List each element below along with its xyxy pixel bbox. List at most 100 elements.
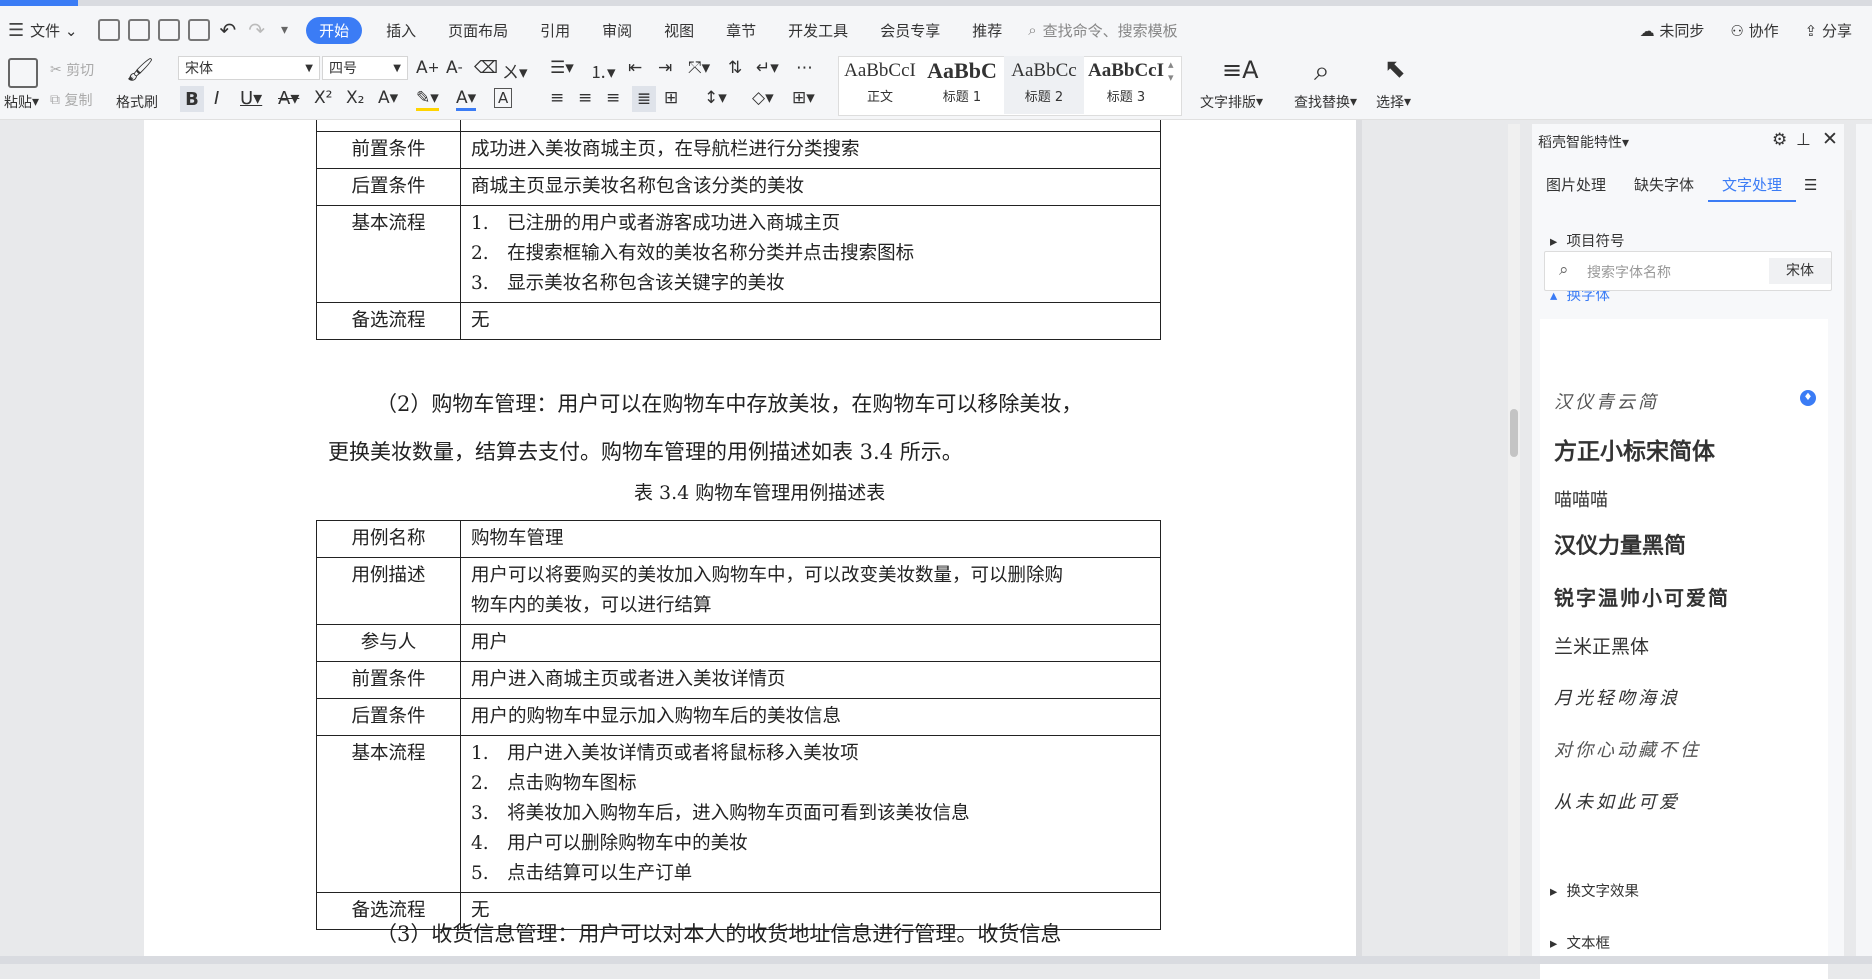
decrease-indent-icon[interactable]: ⇤: [628, 58, 642, 78]
chinese-layout-icon[interactable]: ⤧▾: [688, 58, 710, 78]
bullet-list-icon[interactable]: ☰▾: [550, 58, 574, 78]
panel-title[interactable]: 稻壳智能特性▾: [1538, 132, 1629, 152]
style-heading-2[interactable]: AaBbCc 标题 2: [1004, 56, 1084, 114]
tab-home[interactable]: 开始: [306, 16, 363, 44]
align-left-icon[interactable]: ≡: [550, 88, 564, 108]
quick-access-dropdown-icon[interactable]: ▾: [281, 22, 288, 38]
cursor-icon[interactable]: ⬉: [1384, 54, 1406, 84]
format-painter-icon[interactable]: 🖌: [126, 58, 154, 83]
font-item[interactable]: 汉仪青云简: [1554, 388, 1659, 414]
tab-missing-fonts[interactable]: 缺失字体: [1620, 168, 1708, 202]
scrollbar-thumb[interactable]: [1510, 409, 1518, 457]
sort-icon[interactable]: ⇅: [728, 58, 742, 78]
tab-insert[interactable]: 插入: [370, 20, 432, 41]
font-item[interactable]: 从未如此可爱: [1554, 788, 1680, 814]
settings-icon[interactable]: ⚙: [1772, 130, 1787, 150]
font-item[interactable]: 对你心动藏不住: [1554, 736, 1701, 762]
section-textbox[interactable]: ▸ 文本框: [1550, 932, 1610, 953]
find-replace-button[interactable]: 查找替换 ▾: [1294, 92, 1357, 112]
highlight-icon[interactable]: ✎▾: [416, 88, 439, 111]
command-search[interactable]: ⌕ 查找命令、搜索模板: [1028, 20, 1177, 41]
share-label: 分享: [1821, 21, 1852, 40]
paste-icon[interactable]: [8, 58, 38, 88]
find-icon[interactable]: ⌕: [1314, 54, 1330, 88]
panel-menu-icon[interactable]: ☰: [1796, 168, 1825, 202]
line-spacing-icon[interactable]: ↕▾: [704, 88, 727, 108]
subscript-icon[interactable]: X₂: [346, 88, 364, 108]
panel-scrollbar[interactable]: [1846, 210, 1852, 870]
document-scrollbar[interactable]: [1508, 124, 1520, 956]
redo-icon[interactable]: ↷: [248, 18, 265, 42]
font-item[interactable]: 汉仪力量黑简: [1554, 528, 1686, 560]
align-right-icon[interactable]: ≡: [606, 88, 620, 108]
tab-page-layout[interactable]: 页面布局: [432, 20, 524, 41]
font-search-input[interactable]: ⌕ 搜索字体名称 宋体: [1544, 251, 1832, 291]
style-heading-1[interactable]: AaBbC 标题 1: [922, 56, 1002, 114]
font-name-select[interactable]: 宋体 ▼: [178, 56, 320, 80]
close-icon[interactable]: ✕: [1822, 128, 1838, 150]
copy-button[interactable]: ⧉ 复制: [50, 90, 92, 110]
cut-button[interactable]: ✂ 剪切: [50, 60, 94, 80]
strikethrough-icon[interactable]: A▾: [278, 88, 299, 109]
show-marks-icon[interactable]: ↵▾: [756, 58, 779, 78]
tab-review[interactable]: 审阅: [586, 20, 648, 41]
align-center-icon[interactable]: ≡: [578, 88, 592, 108]
distribute-icon[interactable]: ⊞: [664, 88, 678, 108]
tab-references[interactable]: 引用: [524, 20, 586, 41]
font-size-select[interactable]: 四号 ▼: [322, 56, 408, 80]
superscript-icon[interactable]: X²: [314, 88, 332, 108]
select-button[interactable]: 选择 ▾: [1376, 92, 1411, 112]
font-color-icon[interactable]: A▾: [456, 88, 477, 111]
sync-button[interactable]: ☁ 未同步: [1640, 20, 1705, 41]
save-icon[interactable]: [97, 19, 120, 41]
share-button[interactable]: ⇪ 分享: [1805, 20, 1852, 41]
font-item[interactable]: 兰米正黑体: [1554, 632, 1649, 659]
pin-icon[interactable]: ⊥: [1796, 130, 1811, 150]
tab-view[interactable]: 视图: [648, 20, 710, 41]
font-item[interactable]: 锐字温帅小可爱简: [1554, 582, 1730, 611]
font-item[interactable]: 月光轻吻海浪: [1554, 684, 1680, 710]
style-heading-3[interactable]: AaBbCcI 标题 3: [1086, 56, 1166, 114]
tab-stop-icon[interactable]: ⋯: [796, 58, 813, 78]
table-value-cell: 成功进入美妆商城主页，在导航栏进行分类搜索: [460, 131, 1161, 169]
text-effect-icon[interactable]: A▾: [378, 88, 398, 108]
tab-chapter[interactable]: 章节: [710, 20, 772, 41]
format-painter-button[interactable]: 格式刷: [116, 92, 158, 112]
collab-button[interactable]: ⚇ 协作: [1730, 20, 1778, 41]
clear-format-icon[interactable]: ⌫: [474, 58, 498, 78]
text-layout-button[interactable]: 文字排版 ▾: [1200, 92, 1263, 112]
underline-icon[interactable]: U▾: [240, 88, 262, 109]
section-text-effect[interactable]: ▸ 换文字效果: [1550, 880, 1639, 901]
style-scroll-icon[interactable]: ▴ ▾: [1168, 58, 1174, 84]
tab-recommend[interactable]: 推荐: [956, 20, 1018, 41]
print-preview-icon[interactable]: [187, 19, 210, 41]
tab-member[interactable]: 会员专享: [864, 20, 956, 41]
char-border-icon[interactable]: A: [494, 88, 513, 108]
file-menu[interactable]: 文件 ⌄: [24, 20, 93, 41]
shrink-font-icon[interactable]: A-: [446, 58, 463, 78]
tab-developer[interactable]: 开发工具: [772, 20, 864, 41]
italic-icon[interactable]: I: [214, 88, 219, 109]
undo-icon[interactable]: ↶: [220, 18, 237, 42]
number-list-icon[interactable]: ⒈▾: [590, 58, 616, 83]
tab-text-processing[interactable]: 文字处理: [1708, 168, 1797, 202]
justify-icon[interactable]: ≣: [632, 86, 656, 112]
hamburger-icon[interactable]: ☰: [8, 20, 24, 41]
grow-font-icon[interactable]: A +: [416, 58, 440, 78]
paste-button[interactable]: 粘贴 ▾: [4, 92, 39, 112]
document-page[interactable]: 前置条件 成功进入美妆商城主页，在导航栏进行分类搜索 后置条件 商城主页显示美妆名称…: [144, 120, 1356, 956]
tab-image-processing[interactable]: 图片处理: [1532, 168, 1620, 202]
increase-indent-icon[interactable]: ⇥: [658, 58, 672, 78]
export-icon[interactable]: [127, 19, 150, 41]
print-icon[interactable]: [157, 19, 180, 41]
shading-icon[interactable]: ◇▾: [752, 88, 774, 108]
pinyin-icon[interactable]: ㄨ▾: [502, 58, 528, 83]
bold-icon[interactable]: B: [180, 86, 204, 112]
font-item[interactable]: 喵喵喵: [1554, 486, 1608, 512]
font-item[interactable]: 方正小标宋简体: [1554, 432, 1715, 466]
text-layout-icon[interactable]: ≡A: [1222, 56, 1259, 84]
section-bullets[interactable]: ▸ 项目符号: [1550, 230, 1625, 251]
border-icon[interactable]: ⊞▾: [792, 88, 815, 108]
style-normal[interactable]: AaBbCcI 正文: [840, 56, 920, 114]
current-font-badge[interactable]: 宋体: [1769, 258, 1831, 284]
